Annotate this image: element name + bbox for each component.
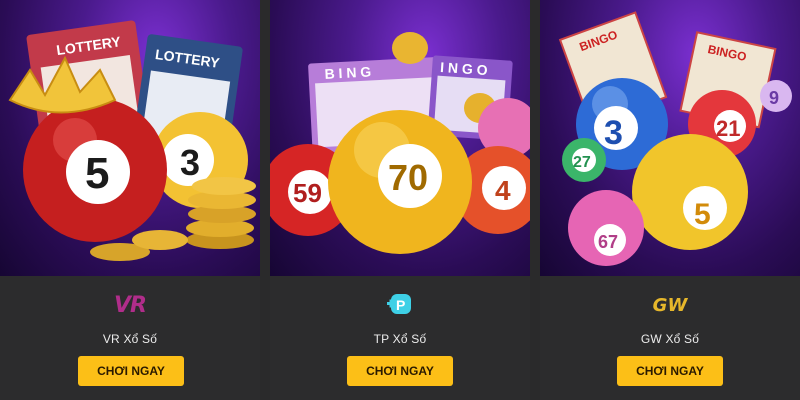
product-card-tp: B I N G I N G O 59 4 70 P TP Xổ Số CHƠI … [270, 0, 530, 400]
ball-yellow-number: 5 [694, 198, 711, 231]
tp-logo-letter: P [396, 297, 405, 313]
ball-small-number: 9 [769, 88, 779, 108]
ball-left-number: 59 [293, 178, 322, 208]
tp-logo: P [270, 290, 530, 320]
ball-main-number: 70 [388, 157, 428, 198]
play-now-button[interactable]: CHƠI NGAY [78, 356, 184, 386]
ball-main-number: 5 [85, 149, 109, 198]
tp-logo-icon: P [387, 294, 411, 314]
ball-red-number: 21 [716, 116, 740, 141]
vr-logo-text: VR [114, 292, 147, 318]
product-card-vr: LOTTERY LOTTERY 3 5 VR VR Xổ Số CHƠI NGA… [0, 0, 260, 400]
ball-pink-number: 67 [598, 232, 618, 252]
ball-blue-number: 3 [604, 114, 623, 152]
play-now-button[interactable]: CHƠI NGAY [347, 356, 453, 386]
product-name: GW Xổ Số [640, 332, 700, 346]
ball-side-number: 3 [180, 142, 200, 183]
product-name: VR Xổ Số [102, 332, 158, 346]
bingo-card-title-2: I N G O [440, 59, 489, 78]
gw-logo: GW [540, 290, 800, 320]
bingo-card-title-1: B I N G [324, 63, 372, 81]
play-now-button[interactable]: CHƠI NGAY [617, 356, 723, 386]
product-name: TP Xổ Số [373, 332, 427, 346]
gw-logo-text: GW [652, 294, 688, 316]
ball-green-number: 27 [573, 154, 591, 171]
card-artwork-tp: B I N G I N G O 59 4 70 [270, 0, 530, 276]
ball-right-number: 4 [495, 175, 511, 206]
card-artwork-gw: BINGO BINGO 9 21 3 27 5 67 [540, 0, 800, 276]
card-artwork-vr: LOTTERY LOTTERY 3 5 [0, 0, 260, 276]
vr-logo: VR [0, 290, 260, 320]
product-card-gw: BINGO BINGO 9 21 3 27 5 67 GW GW Xổ Số C… [540, 0, 800, 400]
